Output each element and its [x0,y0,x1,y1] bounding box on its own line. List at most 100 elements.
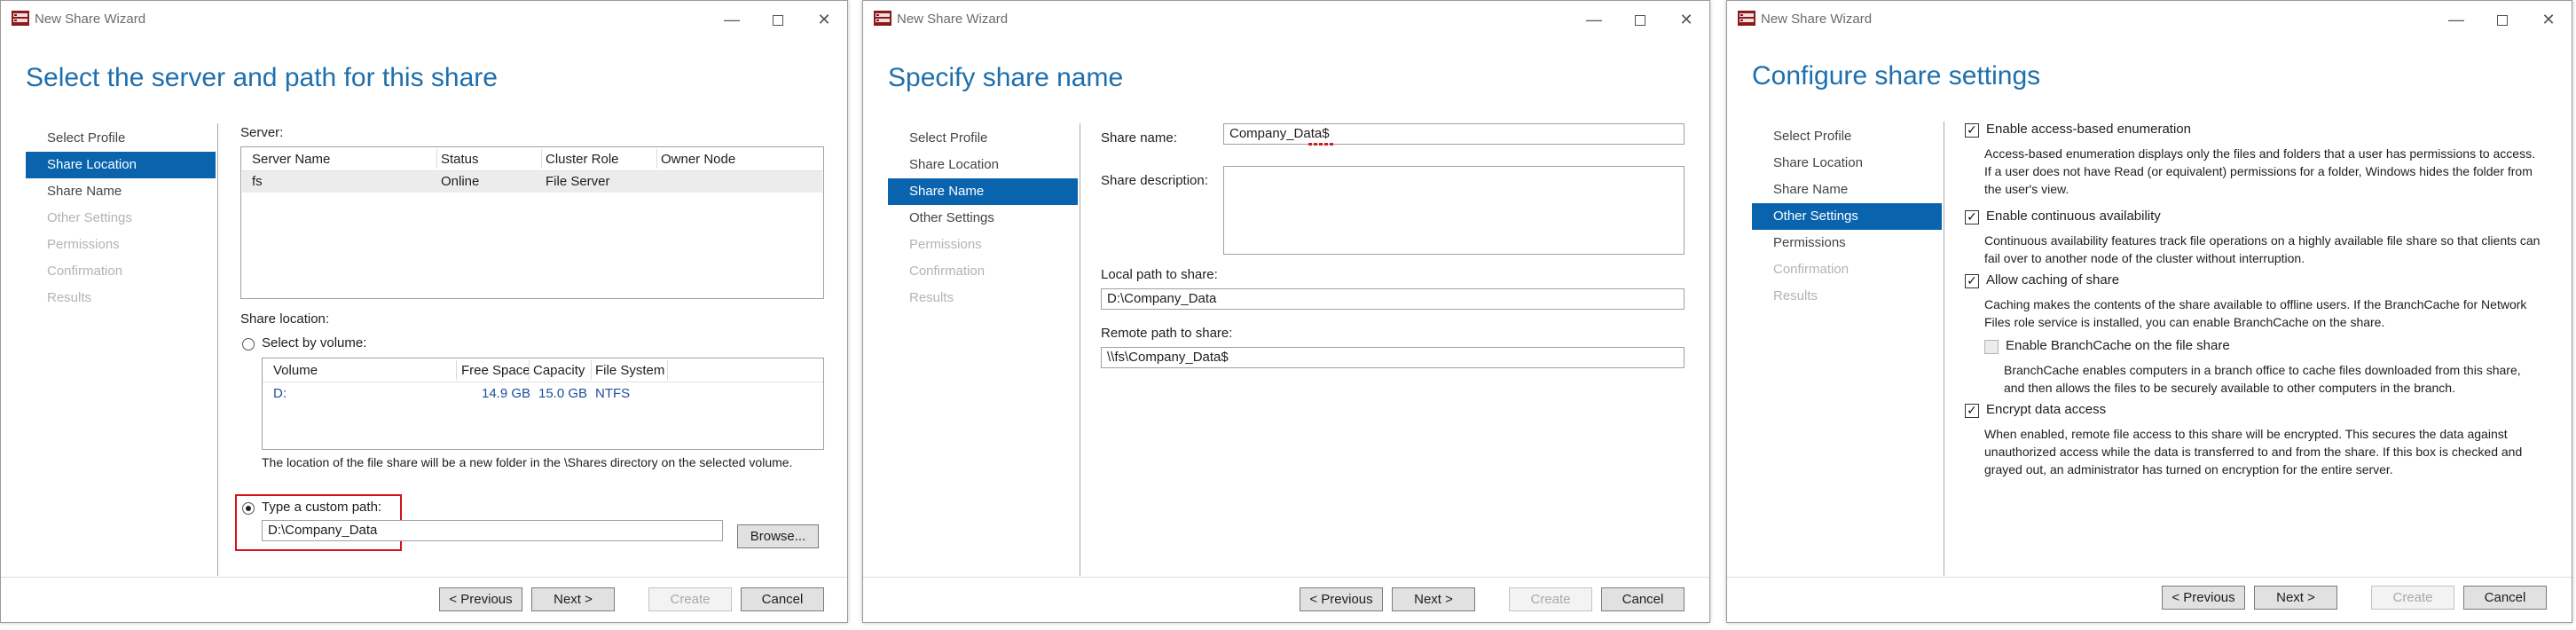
continuous-availability-checkbox[interactable]: ✓ [1965,210,1979,224]
encrypt-data-access-description: When enabled, remote file access to this… [1984,427,2523,476]
column-header-free-space[interactable]: Free Space [461,363,530,378]
select-by-volume-label[interactable]: Select by volume: [262,335,366,350]
browse-button[interactable]: Browse... [737,524,819,548]
nav-item-permissions[interactable]: Permissions [1752,230,1942,256]
column-header-status[interactable]: Status [441,152,479,167]
column-header-owner-node[interactable]: Owner Node [661,152,735,167]
allow-caching-label[interactable]: Allow caching of share [1986,272,2119,287]
close-button[interactable]: ✕ [2529,6,2568,33]
cancel-button[interactable]: Cancel [741,587,824,611]
local-path-field: D:\Company_Data [1101,288,1685,310]
enable-branchcache-label: Enable BranchCache on the file share [2006,338,2230,353]
next-button[interactable]: Next > [2254,586,2337,610]
access-based-enumeration-checkbox[interactable]: ✓ [1965,123,1979,138]
volume-table-header: Volume Free Space Capacity File System [263,358,823,382]
capacity-cell: 15.0 GB [538,386,588,401]
previous-button[interactable]: < Previous [1300,587,1383,611]
remote-path-field: \\fs\Company_Data$ [1101,347,1685,368]
close-button[interactable]: ✕ [805,6,844,33]
maximize-icon [1635,15,1645,27]
next-button[interactable]: Next > [531,587,615,611]
share-name-input[interactable]: Company_Data$ [1223,123,1685,145]
server-manager-icon [12,11,29,26]
cluster-role-cell: File Server [546,174,610,189]
status-cell: Online [441,174,480,189]
maximize-button[interactable] [758,6,797,33]
free-space-cell: 14.9 GB [482,386,531,401]
volume-cell: D: [273,386,287,401]
nav-item-select-profile[interactable]: Select Profile [888,125,1078,152]
column-header-file-system[interactable]: File System [595,363,664,378]
title-bar[interactable]: New Share Wizard — ✕ [1727,1,2572,38]
encrypt-data-access-checkbox[interactable]: ✓ [1965,404,1979,418]
wizard-window-share-name: New Share Wizard — ✕ Specify share name … [862,0,1710,623]
nav-item-permissions: Permissions [909,237,982,252]
minimize-button[interactable]: — [2437,6,2476,33]
nav-item-other-settings[interactable]: Other Settings [1752,203,1942,230]
select-by-volume-radio[interactable] [242,338,255,350]
column-header-capacity[interactable]: Capacity [533,363,585,378]
type-custom-path-radio[interactable] [242,502,255,515]
footer-divider [863,577,1709,578]
footer-divider [1727,577,2572,578]
cancel-button[interactable]: Cancel [1601,587,1685,611]
server-table: Server Name Status Cluster Role Owner No… [240,146,824,299]
page-heading: Select the server and path for this shar… [26,63,498,92]
next-button[interactable]: Next > [1392,587,1475,611]
nav-item-confirmation: Confirmation [1773,262,1850,277]
share-description-input[interactable] [1223,166,1685,255]
encrypt-data-access-label[interactable]: Encrypt data access [1986,402,2106,417]
continuous-availability-description: Continuous availability features track f… [1984,233,2541,265]
nav-item-results: Results [909,290,954,305]
footer-divider [1,577,847,578]
minimize-button[interactable]: — [712,6,751,33]
create-button: Create [1509,587,1592,611]
nav-item-share-location[interactable]: Share Location [888,152,1078,178]
minimize-button[interactable]: — [1575,6,1614,33]
column-header-server-name[interactable]: Server Name [252,152,330,167]
table-row[interactable]: fs Online File Server [242,171,822,193]
nav-item-other-settings[interactable]: Other Settings [888,205,1078,232]
nav-item-select-profile[interactable]: Select Profile [1752,123,1942,150]
window-title: New Share Wizard [35,12,146,27]
continuous-availability-label[interactable]: Enable continuous availability [1986,209,2161,224]
location-note: The location of the file share will be a… [262,455,793,469]
nav-item-permissions: Permissions [47,237,120,252]
type-custom-path-label[interactable]: Type a custom path: [262,500,381,515]
close-button[interactable]: ✕ [1667,6,1706,33]
server-manager-icon [1738,11,1755,26]
custom-path-input[interactable]: D:\Company_Data [262,520,723,541]
maximize-icon [2497,15,2508,27]
previous-button[interactable]: < Previous [2162,586,2245,610]
nav-item-select-profile[interactable]: Select Profile [26,125,216,152]
column-header-volume[interactable]: Volume [273,363,318,378]
nav-item-share-name[interactable]: Share Name [26,178,216,205]
nav-item-share-location[interactable]: Share Location [26,152,216,178]
enable-branchcache-description: BranchCache enables computers in a branc… [2004,363,2521,395]
nav-item-results: Results [1773,288,1818,303]
access-based-enumeration-label[interactable]: Enable access-based enumeration [1986,122,2191,137]
nav-item-share-location[interactable]: Share Location [1752,150,1942,177]
window-title: New Share Wizard [897,12,1009,27]
page-heading: Configure share settings [1752,61,2041,91]
share-location-label: Share location: [240,311,330,327]
nav-item-share-name[interactable]: Share Name [1752,177,1942,203]
maximize-button[interactable] [2483,6,2522,33]
previous-button[interactable]: < Previous [439,587,522,611]
volume-table: Volume Free Space Capacity File System D… [262,358,824,450]
page-heading: Specify share name [888,63,1124,92]
cancel-button[interactable]: Cancel [2463,586,2547,610]
local-path-label: Local path to share: [1101,267,1218,282]
title-bar[interactable]: New Share Wizard — ✕ [1,1,847,38]
share-name-label: Share name: [1101,130,1177,146]
column-header-cluster-role[interactable]: Cluster Role [546,152,619,167]
remote-path-label: Remote path to share: [1101,326,1233,341]
title-bar[interactable]: New Share Wizard — ✕ [863,1,1709,38]
maximize-button[interactable] [1621,6,1660,33]
table-row[interactable]: D: 14.9 GB 15.0 GB NTFS [263,382,822,404]
server-name-cell: fs [252,174,263,189]
create-button: Create [648,587,732,611]
nav-item-share-name[interactable]: Share Name [888,178,1078,205]
window-title: New Share Wizard [1761,12,1873,27]
allow-caching-checkbox[interactable]: ✓ [1965,274,1979,288]
